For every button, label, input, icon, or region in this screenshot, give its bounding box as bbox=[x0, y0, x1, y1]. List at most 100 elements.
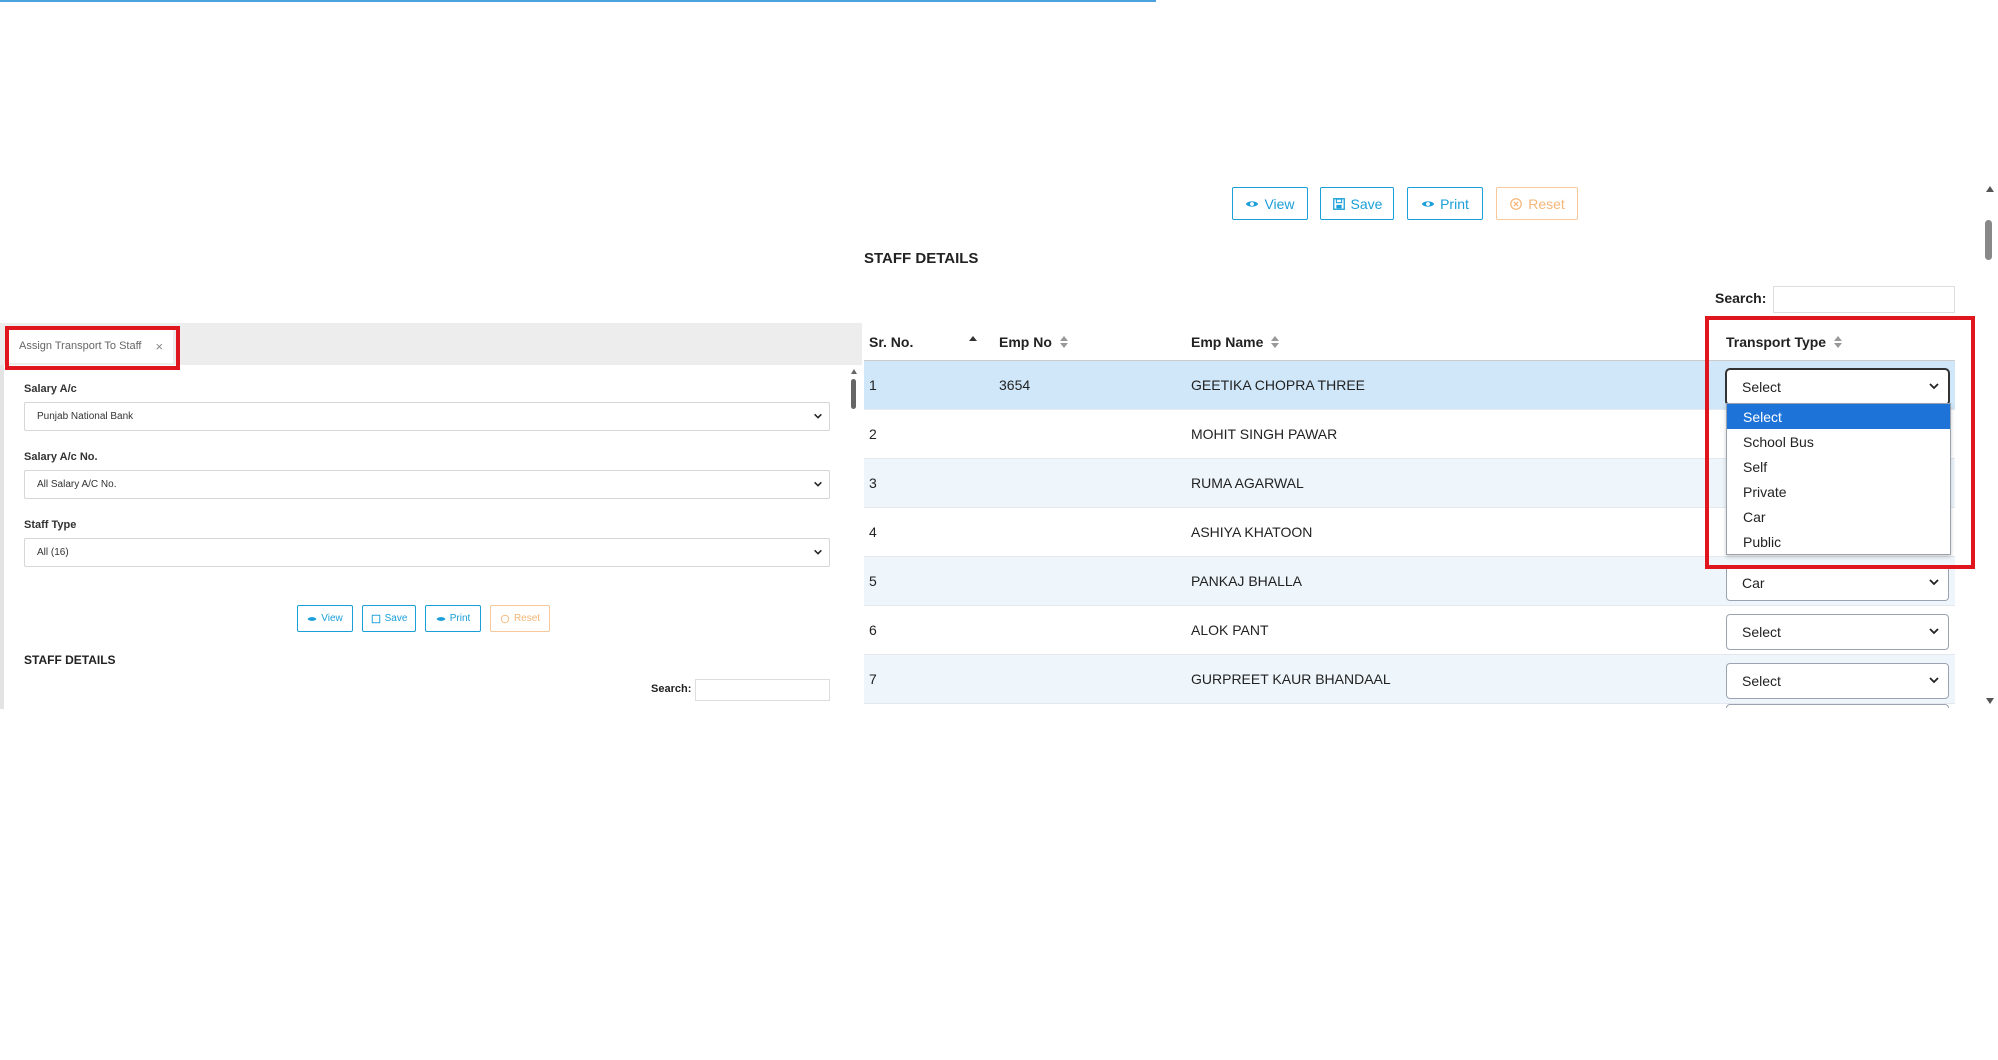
scroll-up-arrow-icon[interactable] bbox=[1986, 186, 1994, 192]
dropdown-option[interactable]: Self bbox=[1727, 454, 1950, 479]
mini-print-button[interactable]: Print bbox=[425, 605, 481, 632]
staff-type-value: All (16) bbox=[37, 547, 69, 558]
mini-reset-button[interactable]: Reset bbox=[490, 605, 550, 632]
thumbnail-panel: Assign Transport To Staff × Salary A/c P… bbox=[0, 323, 862, 709]
chevron-down-icon bbox=[1929, 677, 1939, 684]
salary-ac-value: Punjab National Bank bbox=[37, 411, 134, 422]
mini-search-input[interactable] bbox=[695, 679, 830, 701]
chevron-down-icon bbox=[1929, 383, 1939, 390]
reset-button-label: Reset bbox=[1528, 195, 1565, 212]
mini-tab-assign-transport[interactable]: Assign Transport To Staff × bbox=[8, 329, 173, 363]
save-button-label: Save bbox=[1350, 195, 1383, 212]
transport-type-value: Select bbox=[1742, 379, 1781, 395]
transport-type-value: Select bbox=[1742, 673, 1781, 689]
close-circle-icon bbox=[500, 614, 510, 623]
mini-scrollbar[interactable] bbox=[850, 365, 858, 709]
column-header-emp-name-label: Emp Name bbox=[1191, 334, 1264, 350]
sort-icon bbox=[1059, 336, 1068, 348]
column-header-emp-no[interactable]: Emp No bbox=[999, 334, 1068, 350]
mini-print-label: Print bbox=[449, 613, 471, 624]
staff-type-label: Staff Type bbox=[24, 519, 77, 531]
search-label: Search: bbox=[1715, 290, 1767, 306]
cell-emp-name: ALOK PANT bbox=[1191, 622, 1269, 638]
dropdown-option[interactable]: School Bus bbox=[1727, 429, 1950, 454]
page-scrollbar[interactable] bbox=[1983, 182, 1995, 708]
page-load-progress-line bbox=[0, 0, 1156, 2]
eye-icon bbox=[307, 616, 317, 621]
cell-sr-no: 3 bbox=[869, 475, 877, 491]
chevron-down-icon bbox=[814, 413, 822, 419]
mini-view-label: View bbox=[321, 613, 343, 624]
mini-tab-label: Assign Transport To Staff bbox=[19, 340, 142, 352]
dropdown-option[interactable]: Public bbox=[1727, 529, 1950, 554]
dropdown-option[interactable]: Car bbox=[1727, 504, 1950, 529]
view-button-label: View bbox=[1264, 195, 1295, 212]
transport-type-value: Car bbox=[1742, 575, 1765, 591]
dropdown-option[interactable]: Select bbox=[1727, 404, 1950, 429]
floppy-disk-icon bbox=[371, 614, 380, 623]
mini-section-title: STAFF DETAILS bbox=[24, 653, 116, 667]
print-button-label: Print bbox=[1440, 195, 1469, 212]
sort-ascending-icon bbox=[969, 336, 978, 348]
mini-scrollbar-thumb[interactable] bbox=[851, 379, 856, 409]
transport-type-select[interactable]: Select bbox=[1726, 663, 1949, 699]
salary-ac-no-label: Salary A/c No. bbox=[24, 451, 98, 463]
column-header-emp-name[interactable]: Emp Name bbox=[1191, 334, 1280, 350]
transport-type-select[interactable]: Car bbox=[1726, 565, 1949, 601]
reset-button[interactable]: Reset bbox=[1496, 187, 1578, 220]
mini-left-border bbox=[0, 365, 4, 709]
view-button[interactable]: View bbox=[1232, 187, 1308, 220]
save-button[interactable]: Save bbox=[1320, 187, 1394, 220]
eye-icon bbox=[1246, 200, 1259, 207]
salary-ac-no-select[interactable]: All Salary A/C No. bbox=[24, 470, 830, 499]
eye-icon bbox=[1421, 200, 1435, 207]
mini-save-button[interactable]: Save bbox=[362, 605, 416, 632]
cell-emp-name: GEETIKA CHOPRA THREE bbox=[1191, 377, 1366, 393]
transport-type-select[interactable]: Select bbox=[1726, 369, 1949, 405]
transport-type-dropdown: Select School Bus Self Private Car Publi… bbox=[1726, 403, 1951, 555]
eye-icon bbox=[436, 616, 446, 621]
table-row-partial bbox=[864, 704, 1955, 708]
cell-emp-name: MOHIT SINGH PAWAR bbox=[1191, 426, 1338, 442]
mini-tab-bar: Assign Transport To Staff × bbox=[0, 323, 862, 365]
table-header: Sr. No. Emp No Emp Name Transport Type bbox=[864, 324, 1955, 361]
sort-icon bbox=[1834, 336, 1843, 348]
dropdown-option[interactable]: Private bbox=[1727, 479, 1950, 504]
section-title: STAFF DETAILS bbox=[864, 250, 979, 267]
chevron-down-icon bbox=[814, 549, 822, 555]
salary-ac-select[interactable]: Punjab National Bank bbox=[24, 402, 830, 431]
chevron-down-icon bbox=[1929, 579, 1939, 586]
table-row[interactable]: 7 GURPREET KAUR BHANDAAL Select bbox=[864, 655, 1955, 704]
cell-emp-name: GURPREET KAUR BHANDAAL bbox=[1191, 671, 1391, 687]
cell-emp-name: RUMA AGARWAL bbox=[1191, 475, 1304, 491]
cell-sr-no: 7 bbox=[869, 671, 877, 687]
scroll-down-arrow-icon[interactable] bbox=[1986, 698, 1994, 704]
cell-emp-no: 3654 bbox=[999, 377, 1031, 393]
column-header-transport-type-label: Transport Type bbox=[1726, 334, 1827, 350]
mini-reset-label: Reset bbox=[513, 613, 541, 624]
salary-ac-no-value: All Salary A/C No. bbox=[37, 479, 117, 490]
staff-type-select[interactable]: All (16) bbox=[24, 538, 830, 567]
scrollbar-thumb[interactable] bbox=[1985, 220, 1992, 260]
column-header-sr-no[interactable]: Sr. No. bbox=[869, 334, 978, 350]
close-icon[interactable]: × bbox=[156, 339, 164, 354]
close-circle-icon bbox=[1510, 197, 1523, 210]
column-header-sr-no-label: Sr. No. bbox=[869, 334, 914, 350]
mini-search-label: Search: bbox=[651, 683, 692, 695]
floppy-disk-icon bbox=[1332, 197, 1345, 210]
print-button[interactable]: Print bbox=[1407, 187, 1483, 220]
scroll-up-arrow-icon bbox=[851, 369, 857, 374]
column-header-transport-type[interactable]: Transport Type bbox=[1726, 334, 1843, 350]
column-header-emp-no-label: Emp No bbox=[999, 334, 1052, 350]
cell-sr-no: 1 bbox=[869, 377, 877, 393]
table-row[interactable]: 6 ALOK PANT Select bbox=[864, 606, 1955, 655]
chevron-down-icon bbox=[814, 481, 822, 487]
transport-type-select[interactable]: Select bbox=[1726, 614, 1949, 650]
transport-type-select-partial bbox=[1726, 704, 1949, 708]
sort-icon bbox=[1271, 336, 1280, 348]
cell-emp-name: ASHIYA KHATOON bbox=[1191, 524, 1313, 540]
salary-ac-label: Salary A/c bbox=[24, 383, 77, 395]
table-row[interactable]: 5 PANKAJ BHALLA Car bbox=[864, 557, 1955, 606]
search-input[interactable] bbox=[1773, 286, 1955, 313]
mini-view-button[interactable]: View bbox=[297, 605, 353, 632]
